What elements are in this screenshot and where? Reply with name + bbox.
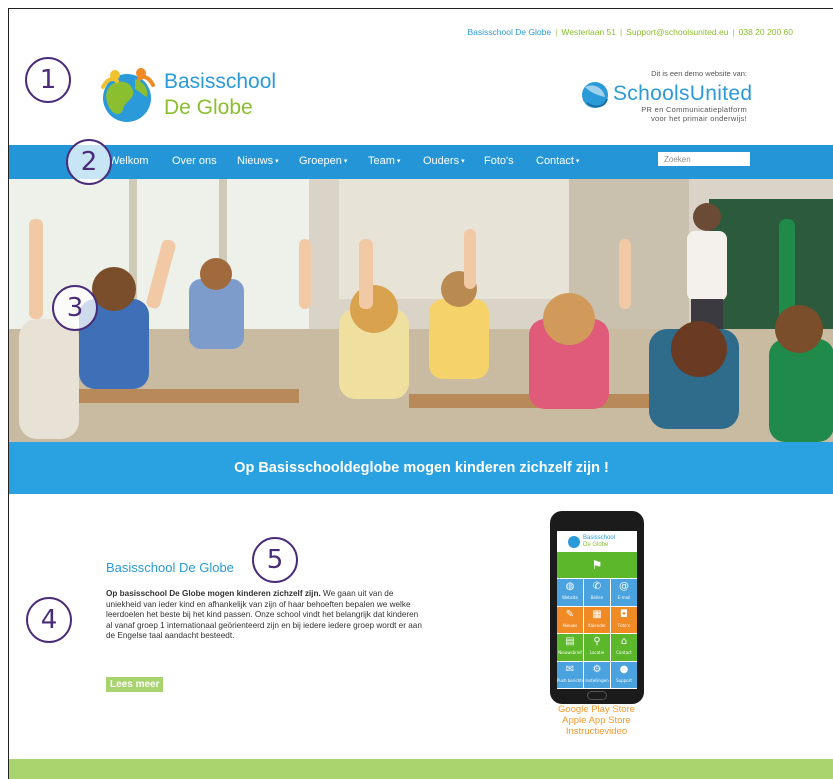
- annotation-marker: 2: [66, 139, 112, 185]
- logo-line-2: De Globe: [164, 96, 253, 119]
- settings-icon: ⚙: [592, 663, 602, 675]
- app-title-2: De Globe: [583, 542, 609, 548]
- app-phone-mockup: Basisschool De Globe ⚑ ◍ Website ✆ Bellen @ E-…: [550, 511, 644, 704]
- annotation-marker: 4: [26, 597, 72, 643]
- home-icon: ⌂: [620, 636, 628, 647]
- app-tile-label: Bellen: [590, 595, 604, 600]
- app-title: Basisschool De Globe: [568, 535, 615, 549]
- nav-label: Contact: [536, 155, 574, 167]
- app-tile[interactable]: ● Support: [611, 661, 637, 688]
- contact-phone: 038 20 200 60: [738, 27, 793, 37]
- phone-icon: ✆: [592, 581, 602, 592]
- instruction-video-link[interactable]: Instructievideo: [509, 726, 684, 737]
- hero-classroom-image: [9, 179, 833, 442]
- annotation-marker: 5: [252, 537, 298, 583]
- app-store-link[interactable]: Apple App Store: [509, 715, 684, 726]
- search-input[interactable]: [658, 152, 750, 166]
- app-tile-label: Locatie: [589, 650, 605, 655]
- logo-line-1: Basisschool: [164, 70, 277, 93]
- app-tile[interactable]: ▦ Kalender: [584, 606, 610, 633]
- caret-down-icon: ▾: [343, 158, 348, 165]
- app-tile[interactable]: ⌂ Contact: [611, 634, 637, 661]
- pin-icon: ✎: [565, 608, 575, 620]
- app-tile[interactable]: ✎ Nieuws: [557, 606, 583, 633]
- annotation-marker: 1: [25, 57, 71, 103]
- calendar-icon: ▦: [592, 608, 602, 620]
- envelope-icon: ✉: [565, 663, 575, 675]
- nav-item-fotos[interactable]: Foto's: [484, 155, 514, 167]
- app-tile-label: Nieuws: [562, 622, 578, 628]
- partner-tagline-2: voor het primair onderwijs!: [650, 114, 747, 123]
- nav-item-nieuws[interactable]: Nieuws ▾: [237, 155, 279, 167]
- app-tile-label: Kalender: [588, 622, 606, 628]
- app-tile-label: Instellingen: [585, 677, 609, 683]
- read-more-button[interactable]: Lees meer: [106, 677, 164, 692]
- nav-item-over-ons[interactable]: Over ons: [172, 155, 217, 167]
- app-tile-label: Website: [562, 595, 578, 600]
- nav-label: Team: [368, 155, 395, 167]
- annotation-marker: 3: [52, 285, 98, 331]
- app-tile[interactable]: ⚙ Instellingen: [584, 661, 610, 688]
- school-logo-text[interactable]: Basisschool De Globe: [164, 69, 276, 121]
- nav-item-welkom[interactable]: Welkom: [109, 155, 149, 167]
- app-tile[interactable]: ✆ Bellen: [584, 579, 610, 606]
- nav-label: Nieuws: [237, 155, 274, 167]
- app-tile-label: Support: [616, 677, 632, 683]
- app-header-tile: ⚑: [557, 552, 637, 578]
- app-title-1: Basisschool: [583, 535, 616, 541]
- app-tile[interactable]: ◘ Foto's: [611, 606, 637, 633]
- nav-label: Ouders: [423, 155, 460, 167]
- caret-down-icon: ▾: [396, 158, 401, 165]
- banner-text: Op Basisschooldeglobe mogen kinderen zic…: [234, 460, 609, 476]
- app-globe-icon: [568, 536, 580, 548]
- main-navigation: Welkom Over ons Nieuws ▾ Groepen ▾ Team ▾ O…: [9, 145, 833, 179]
- globe-icon: ◍: [565, 581, 575, 592]
- tagline-banner: Op Basisschooldeglobe mogen kinderen zic…: [9, 442, 833, 494]
- intro-paragraph: Op basisschool De Globe mogen kinderen z…: [106, 589, 424, 642]
- nav-label: Welkom: [109, 155, 149, 167]
- app-tile-label: Nieuwsbrief: [558, 650, 582, 655]
- support-icon: ●: [619, 663, 629, 675]
- app-tile[interactable]: ✉ Push berichten: [557, 661, 583, 688]
- app-tile[interactable]: ⚲ Locatie: [584, 634, 610, 661]
- document-icon: ▤: [565, 636, 575, 647]
- app-tile[interactable]: @ E-mail: [611, 579, 637, 606]
- contact-address: Westerlaan 51: [561, 27, 616, 37]
- app-tile[interactable]: ◍ Website: [557, 579, 583, 606]
- nav-item-groepen[interactable]: Groepen ▾: [299, 155, 347, 167]
- partner-name: SchoolsUnited: [613, 82, 753, 105]
- camera-icon: ◘: [620, 608, 628, 620]
- nav-label: Groepen: [299, 155, 342, 167]
- caret-down-icon: ▾: [461, 158, 465, 165]
- page-frame: Basisschool De Globe | Westerlaan 51 | Suppo…: [8, 8, 833, 779]
- nav-item-contact[interactable]: Contact ▾: [536, 155, 579, 167]
- nav-item-team[interactable]: Team ▾: [368, 155, 400, 167]
- caret-down-icon: ▾: [275, 158, 279, 165]
- nav-item-ouders[interactable]: Ouders ▾: [423, 155, 465, 167]
- nav-label: Foto's: [484, 155, 514, 167]
- footer-bar: [9, 759, 833, 779]
- partner-tagline-1: PR en Communicatieplatform: [641, 105, 747, 114]
- location-icon: ⚲: [593, 636, 601, 647]
- home-button-icon: [587, 691, 607, 700]
- intro-bold-text: Op basisschool De Globe mogen kinderen z…: [106, 589, 321, 598]
- app-tile[interactable]: ▤ Nieuwsbrief: [557, 634, 583, 661]
- app-tile-label: Push berichten: [557, 677, 583, 683]
- app-tile-label: E-mail: [617, 595, 631, 600]
- partner-tagline: PR en Communicatieplatform voor het prim…: [641, 105, 747, 123]
- caret-down-icon: ▾: [575, 158, 580, 165]
- top-contact-bar: Basisschool De Globe | Westerlaan 51 | Suppo…: [467, 27, 793, 37]
- at-icon: @: [619, 581, 629, 592]
- content-heading: Basisschool De Globe: [106, 560, 234, 575]
- google-play-link[interactable]: Google Play Store: [509, 704, 684, 715]
- contact-school: Basisschool De Globe: [467, 27, 552, 37]
- app-tile-grid: ◍ Website ✆ Bellen @ E-mail ✎ Nieuws ▦ Kalender ◘ F…: [557, 579, 637, 689]
- nav-label: Over ons: [172, 155, 217, 167]
- contact-email-link[interactable]: Support@schoolsunited.eu: [626, 27, 728, 37]
- app-tile-label: Foto's: [618, 622, 630, 628]
- app-tile-label: Contact: [616, 650, 632, 655]
